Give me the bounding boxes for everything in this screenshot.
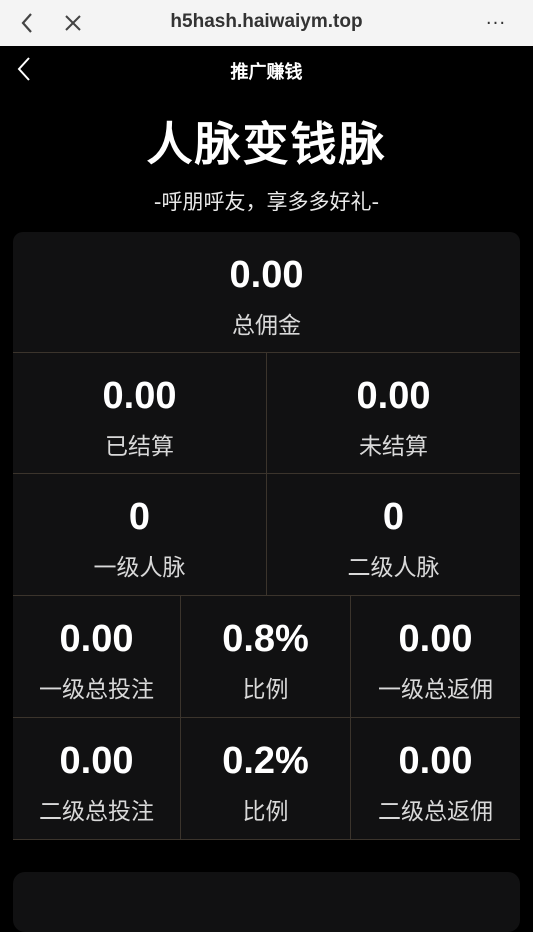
stat-label: 二级人脉 bbox=[347, 555, 440, 581]
stat-value: 0.00 bbox=[398, 740, 473, 782]
stat-label: 比例 bbox=[242, 799, 289, 825]
stats-row-contacts: 0 一级人脉 0 二级人脉 bbox=[13, 474, 520, 596]
stat-label: 未结算 bbox=[359, 434, 428, 460]
stat-settled: 0.00 已结算 bbox=[13, 353, 267, 473]
stat-value: 0 bbox=[128, 496, 151, 538]
stat-level2-contacts: 0 二级人脉 bbox=[267, 474, 520, 595]
stats-card: 0.00 总佣金 0.00 已结算 0.00 未结算 0 一级人脉 0 二级人脉… bbox=[13, 232, 520, 840]
stat-value: 0.00 bbox=[229, 254, 304, 296]
browser-close-button[interactable] bbox=[58, 8, 88, 38]
hero-title: 人脉变钱脉 bbox=[146, 117, 387, 171]
stat-label: 二级总投注 bbox=[39, 799, 154, 825]
stat-label: 一级总返佣 bbox=[378, 677, 493, 703]
stat-label: 总佣金 bbox=[232, 313, 301, 339]
stat-value: 0.00 bbox=[398, 618, 473, 660]
stat-label: 比例 bbox=[242, 677, 289, 703]
stats-row-level1: 0.00 一级总投注 0.8% 比例 0.00 一级总返佣 bbox=[13, 596, 520, 718]
more-icon: ··· bbox=[485, 12, 507, 34]
stat-value: 0.00 bbox=[59, 740, 134, 782]
hero-subtitle: -呼朋呼友，享多多好礼- bbox=[153, 190, 380, 214]
stats-row-total: 0.00 总佣金 bbox=[13, 232, 520, 353]
stat-label: 一级人脉 bbox=[93, 555, 186, 581]
stat-level2-bet: 0.00 二级总投注 bbox=[13, 718, 181, 839]
stat-value: 0.00 bbox=[59, 618, 134, 660]
stat-value: 0 bbox=[382, 496, 405, 538]
page-title: 推广赚钱 bbox=[230, 62, 303, 83]
stat-level1-rebate: 0.00 一级总返佣 bbox=[351, 596, 520, 717]
stat-value: 0.8% bbox=[222, 618, 309, 660]
close-icon bbox=[65, 15, 81, 31]
stat-label: 一级总投注 bbox=[39, 677, 154, 703]
browser-toolbar: h5hash.haiwaiym.top ··· bbox=[0, 0, 533, 46]
chevron-left-icon bbox=[21, 13, 32, 33]
stat-unsettled: 0.00 未结算 bbox=[267, 353, 520, 473]
stats-row-settlement: 0.00 已结算 0.00 未结算 bbox=[13, 353, 520, 474]
stat-level1-contacts: 0 一级人脉 bbox=[13, 474, 267, 595]
stat-level1-ratio: 0.8% 比例 bbox=[181, 596, 351, 717]
stat-value: 0.00 bbox=[356, 375, 431, 417]
stat-label: 已结算 bbox=[105, 434, 174, 460]
browser-back-button[interactable] bbox=[12, 8, 42, 38]
stat-level1-bet: 0.00 一级总投注 bbox=[13, 596, 181, 717]
stat-level2-rebate: 0.00 二级总返佣 bbox=[351, 718, 520, 839]
app-header: 推广赚钱 bbox=[0, 46, 533, 102]
more-options-button[interactable]: ··· bbox=[481, 8, 511, 38]
stat-label: 二级总返佣 bbox=[378, 799, 493, 825]
stats-row-level2: 0.00 二级总投注 0.2% 比例 0.00 二级总返佣 bbox=[13, 718, 520, 840]
bottom-card bbox=[13, 872, 520, 932]
stat-level2-ratio: 0.2% 比例 bbox=[181, 718, 351, 839]
stat-value: 0.2% bbox=[222, 740, 309, 782]
stat-value: 0.00 bbox=[102, 375, 177, 417]
stat-total-commission: 0.00 总佣金 bbox=[13, 232, 520, 352]
